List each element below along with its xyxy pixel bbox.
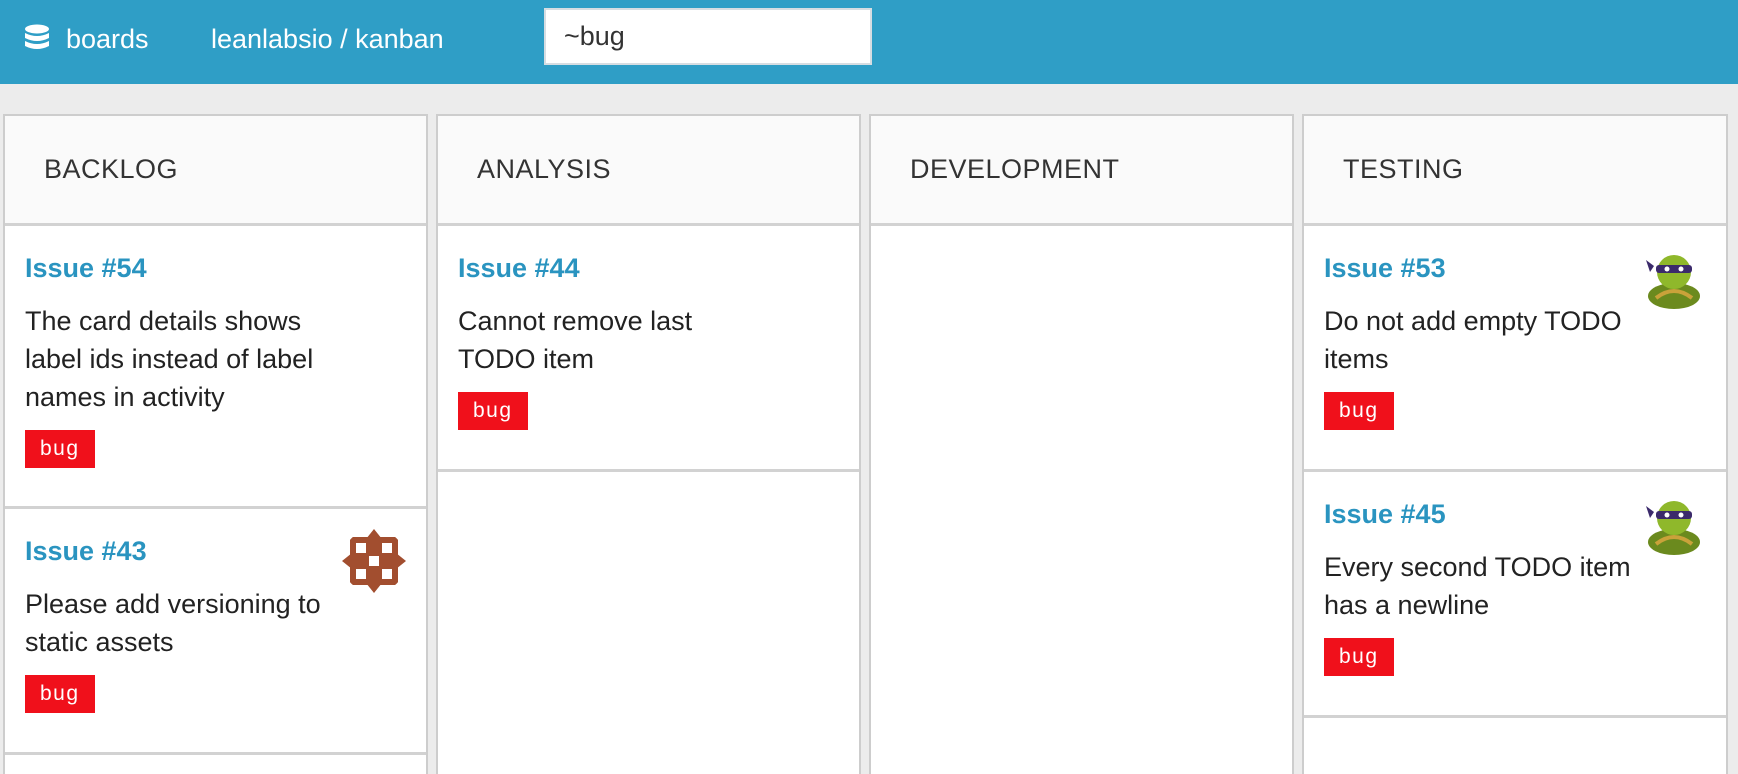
- column-header: TESTING: [1304, 116, 1726, 226]
- issue-description: The card details shows label ids instead…: [25, 306, 314, 412]
- column-header: ANALYSIS: [438, 116, 859, 226]
- turtle-avatar-icon[interactable]: [1642, 246, 1706, 310]
- project-breadcrumb[interactable]: leanlabsio / kanban: [211, 19, 444, 59]
- issue-description: Cannot remove last TODO item: [458, 306, 693, 374]
- issue-link[interactable]: Issue #54: [25, 252, 406, 284]
- issue-card[interactable]: Issue #44 Cannot remove last TODO item b…: [438, 226, 859, 472]
- column-backlog: BACKLOG Issue #54 The card details shows…: [3, 114, 428, 774]
- search-input[interactable]: [544, 8, 872, 65]
- bug-label[interactable]: bug: [458, 392, 528, 430]
- column-analysis: ANALYSIS Issue #44 Cannot remove last TO…: [436, 114, 861, 774]
- issue-description: Please add versioning to static assets: [25, 589, 321, 657]
- bug-label[interactable]: bug: [1324, 638, 1394, 676]
- column-development: DEVELOPMENT: [869, 114, 1294, 774]
- column-header: DEVELOPMENT: [871, 116, 1292, 226]
- database-icon: [25, 24, 49, 49]
- pattern-avatar-icon[interactable]: [342, 529, 406, 593]
- turtle-avatar-icon[interactable]: [1642, 492, 1706, 556]
- bug-label[interactable]: bug: [25, 430, 95, 468]
- brand-label: boards: [66, 23, 149, 54]
- issue-description: Do not add empty TODO items: [1324, 306, 1622, 374]
- bug-label[interactable]: bug: [1324, 392, 1394, 430]
- column-header: BACKLOG: [5, 116, 426, 226]
- bug-label[interactable]: bug: [25, 675, 95, 713]
- issue-card[interactable]: Issue #53 Do not add empty TODO items bu…: [1304, 226, 1726, 472]
- issue-card[interactable]: Issue #45 Every second TODO item has a n…: [1304, 472, 1726, 718]
- top-navigation-bar: boards leanlabsio / kanban: [0, 0, 1738, 84]
- issue-card[interactable]: Issue #54 The card details shows label i…: [5, 226, 426, 509]
- issue-description: Every second TODO item has a newline: [1324, 552, 1631, 620]
- column-testing: TESTING Issue #53 Do not add empty TODO …: [1302, 114, 1728, 774]
- issue-card[interactable]: Issue #43 Please add versioning to stati…: [5, 509, 426, 755]
- boards-home-link[interactable]: boards: [24, 19, 149, 59]
- issue-link[interactable]: Issue #44: [458, 252, 839, 284]
